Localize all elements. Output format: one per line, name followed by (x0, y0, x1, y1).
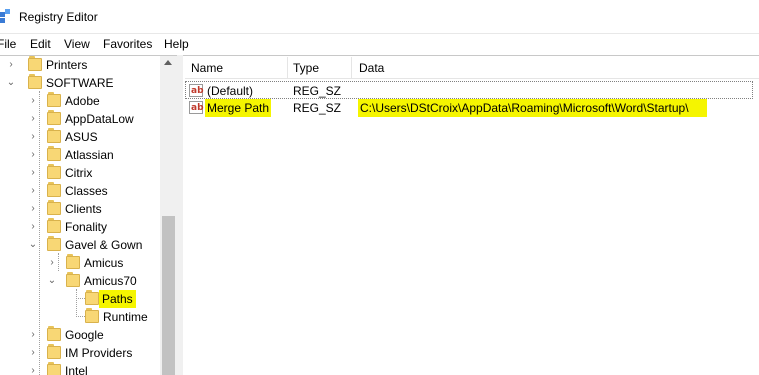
chevron-right-icon[interactable]: › (28, 326, 38, 344)
tree-item-paths[interactable]: Paths (0, 290, 160, 308)
window-title: Registry Editor (19, 10, 98, 24)
tree-item-label: Runtime (103, 310, 148, 324)
tree-item-printers[interactable]: › Printers (0, 56, 160, 74)
tree-item-amicus[interactable]: › Amicus (0, 254, 160, 272)
chevron-right-icon[interactable]: › (28, 164, 38, 182)
folder-icon (47, 344, 61, 359)
tree-item-gavel-gown[interactable]: ⌄ Gavel & Gown (0, 236, 160, 254)
folder-icon (47, 326, 61, 341)
tree-item-label: AppDataLow (65, 112, 134, 126)
chevron-down-icon[interactable]: ⌄ (28, 236, 38, 254)
chevron-right-icon[interactable]: › (28, 182, 38, 200)
chevron-right-icon[interactable]: › (28, 200, 38, 218)
folder-icon (47, 146, 61, 161)
tree-item-label: Printers (46, 58, 88, 72)
tree-item-amicus70[interactable]: ⌄ Amicus70 (0, 272, 160, 290)
scrollbar-thumb[interactable] (162, 216, 175, 375)
folder-open-icon (47, 236, 61, 251)
folder-icon (28, 56, 42, 71)
tree-item-label: Amicus (84, 256, 124, 270)
chevron-right-icon[interactable]: › (28, 362, 38, 375)
registry-editor-icon (0, 9, 10, 23)
menu-favorites[interactable]: Favorites (103, 37, 152, 51)
scroll-up-arrow-icon[interactable] (164, 60, 172, 65)
folder-icon (47, 164, 61, 179)
chevron-right-icon[interactable]: › (47, 254, 57, 272)
chevron-down-icon[interactable]: ⌄ (6, 74, 16, 92)
chevron-right-icon[interactable]: › (28, 128, 38, 146)
folder-icon (85, 290, 99, 305)
value-row-default[interactable]: ab (Default) REG_SZ (185, 81, 753, 99)
column-divider[interactable] (287, 57, 288, 79)
tree-item-label: Fonality (65, 220, 108, 234)
menu-bar: File Edit View Favorites Help (0, 34, 759, 54)
column-header-type[interactable]: Type (293, 61, 319, 75)
tree-item-clients[interactable]: › Clients (0, 200, 160, 218)
folder-icon (47, 200, 61, 215)
column-header-name[interactable]: Name (191, 61, 223, 75)
chevron-right-icon[interactable]: › (28, 146, 38, 164)
chevron-down-icon[interactable]: ⌄ (47, 272, 57, 290)
tree-item-fonality[interactable]: › Fonality (0, 218, 160, 236)
column-divider[interactable] (351, 57, 352, 79)
tree-item-google[interactable]: › Google (0, 326, 160, 344)
tree-item-citrix[interactable]: › Citrix (0, 164, 160, 182)
string-value-icon: ab (189, 101, 204, 114)
chevron-right-icon[interactable]: › (28, 110, 38, 128)
tree-item-label: SOFTWARE (46, 76, 114, 90)
tree-item-im-providers[interactable]: › IM Providers (0, 344, 160, 362)
tree-item-label: IM Providers (65, 346, 133, 360)
tree-item-label: Clients (65, 202, 102, 216)
string-value-icon: ab (189, 84, 204, 97)
tree-item-label: Classes (65, 184, 108, 198)
folder-icon (47, 362, 61, 375)
value-data: C:\Users\DStCroix\AppData\Roaming\Micros… (358, 99, 707, 117)
tree-item-appdatalow[interactable]: › AppDataLow (0, 110, 160, 128)
menu-file[interactable]: File (0, 37, 16, 51)
tree-item-adobe[interactable]: › Adobe (0, 92, 160, 110)
tree-item-label: Adobe (65, 94, 100, 108)
tree-item-label: Intel (65, 364, 88, 375)
chevron-right-icon[interactable]: › (6, 56, 16, 74)
folder-open-icon (28, 74, 42, 89)
folder-icon (66, 254, 80, 269)
title-bar: Registry Editor (0, 0, 759, 34)
folder-icon (85, 308, 99, 323)
tree-item-intel[interactable]: › Intel (0, 362, 160, 375)
folder-icon (47, 218, 61, 233)
value-name: Merge Path (205, 99, 272, 117)
tree-item-label: Atlassian (65, 148, 114, 162)
chevron-right-icon[interactable]: › (28, 92, 38, 110)
tree-scrollbar[interactable] (160, 56, 177, 375)
tree-item-label: Gavel & Gown (65, 238, 143, 252)
chevron-right-icon[interactable]: › (28, 344, 38, 362)
menu-edit[interactable]: Edit (30, 37, 51, 51)
tree-item-runtime[interactable]: Runtime (0, 308, 160, 326)
tree-item-asus[interactable]: › ASUS (0, 128, 160, 146)
tree-item-classes[interactable]: › Classes (0, 182, 160, 200)
value-type: REG_SZ (293, 84, 342, 98)
menu-view[interactable]: View (64, 37, 90, 51)
tree-item-software[interactable]: ⌄ SOFTWARE (0, 74, 160, 92)
tree-item-label: Google (65, 328, 104, 342)
list-header: Name Type Data (185, 57, 759, 79)
tree-item-label: Amicus70 (84, 274, 137, 288)
value-name: (Default) (207, 84, 254, 98)
folder-icon (47, 128, 61, 143)
menu-help[interactable]: Help (164, 37, 189, 51)
value-row-merge-path[interactable]: ab Merge Path REG_SZ C:\Users\DStCroix\A… (185, 99, 753, 117)
tree-item-label: Citrix (65, 166, 93, 180)
folder-open-icon (66, 272, 80, 287)
folder-icon (47, 92, 61, 107)
value-type: REG_SZ (293, 101, 342, 115)
tree-item-label: ASUS (65, 130, 98, 144)
column-header-data[interactable]: Data (359, 61, 384, 75)
chevron-right-icon[interactable]: › (28, 218, 38, 236)
folder-icon (47, 110, 61, 125)
tree-item-atlassian[interactable]: › Atlassian (0, 146, 160, 164)
folder-icon (47, 182, 61, 197)
tree-item-label: Paths (99, 290, 136, 308)
